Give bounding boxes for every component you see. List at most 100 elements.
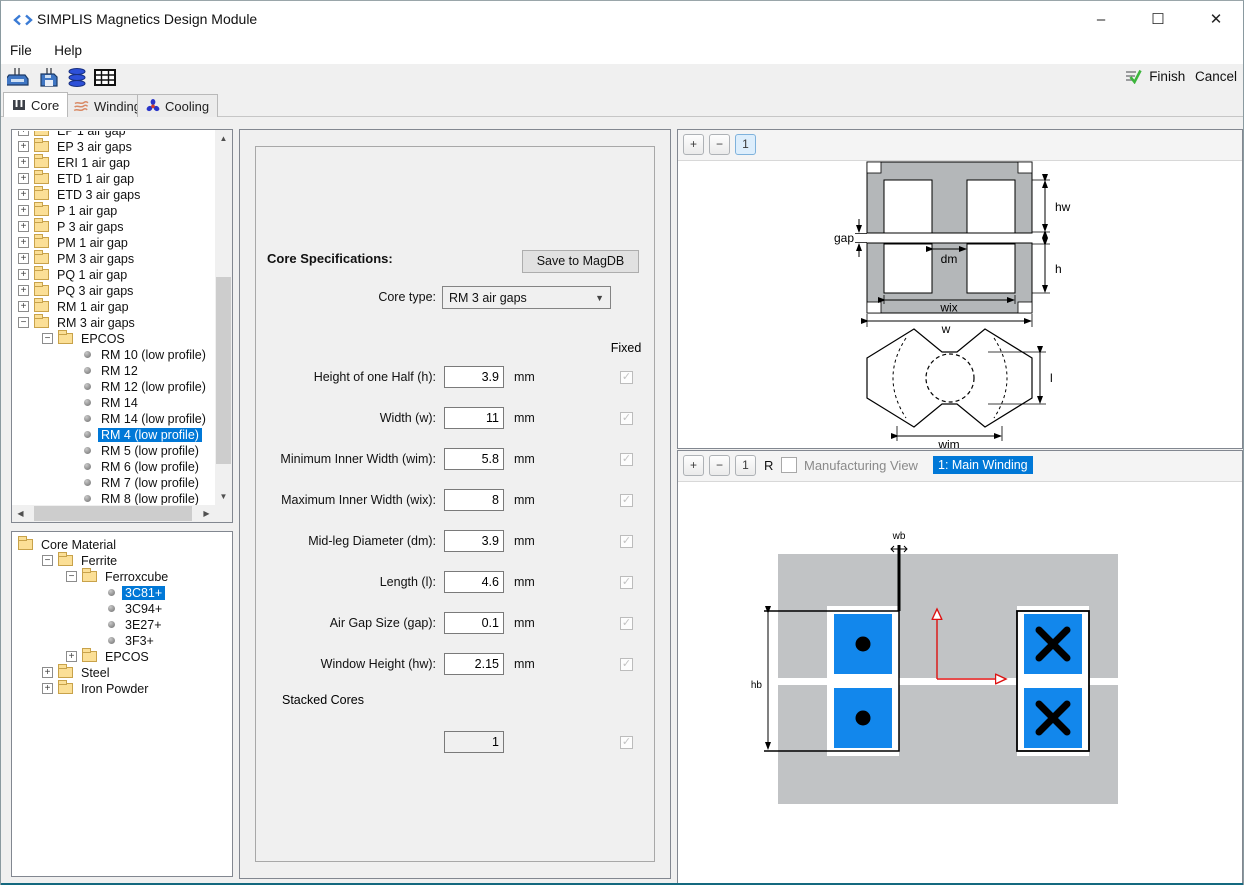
stacked-cores-input[interactable] xyxy=(444,731,504,753)
expand-icon[interactable]: + xyxy=(42,683,53,694)
tree-item[interactable]: RM 8 (low profile) xyxy=(14,490,215,505)
expand-icon[interactable]: + xyxy=(18,189,29,200)
tree-item[interactable]: − Ferrite xyxy=(14,552,230,568)
field-input[interactable] xyxy=(444,530,504,552)
winding-selector[interactable]: 1: Main Winding xyxy=(933,456,1033,474)
field-input[interactable] xyxy=(444,571,504,593)
tree-item-label[interactable]: RM 14 xyxy=(98,396,141,410)
fixed-checkbox[interactable]: ✓ xyxy=(620,371,633,384)
tree-item[interactable]: RM 5 (low profile) xyxy=(14,442,215,458)
tree-item[interactable]: +PQ 1 air gap xyxy=(14,266,215,282)
tree-item-label[interactable]: PQ 1 air gap xyxy=(54,268,130,282)
tree-item[interactable]: + Iron Powder xyxy=(14,680,230,696)
tree-item-label[interactable]: 3C94+ xyxy=(122,602,165,616)
tree-item[interactable]: 3C81+ xyxy=(14,584,230,600)
tree-item-label[interactable]: ETD 3 air gaps xyxy=(54,188,143,202)
tree-item[interactable]: RM 14 (low profile) xyxy=(14,410,215,426)
tree-item[interactable]: − Ferroxcube xyxy=(14,568,230,584)
tree-item-label[interactable]: EP 3 air gaps xyxy=(54,140,135,154)
scroll-left-arrow[interactable]: ◀ xyxy=(12,505,29,522)
tab-cooling[interactable]: Cooling xyxy=(137,94,218,117)
tree-item-label[interactable]: RM 5 (low profile) xyxy=(98,444,202,458)
menu-file[interactable]: File xyxy=(1,39,41,58)
tree-item-label[interactable]: Core Material xyxy=(38,538,119,552)
tree-item[interactable]: RM 10 (low profile) xyxy=(14,346,215,362)
scrollbar-thumb[interactable] xyxy=(216,277,231,464)
core-type-dropdown[interactable]: RM 3 air gaps ▼ xyxy=(442,286,611,309)
close-button[interactable]: ✕ xyxy=(1193,7,1239,33)
field-input[interactable] xyxy=(444,489,504,511)
tree-item-label[interactable]: RM 14 (low profile) xyxy=(98,412,209,426)
tree-item[interactable]: + EPCOS xyxy=(14,648,230,664)
collapse-icon[interactable]: − xyxy=(18,317,29,328)
tree-item[interactable]: − EPCOS xyxy=(14,330,215,346)
tree-item-label[interactable]: RM 6 (low profile) xyxy=(98,460,202,474)
horizontal-scrollbar[interactable]: ◀ ▶ xyxy=(12,505,232,522)
tree-item-label[interactable]: ETD 1 air gap xyxy=(54,172,137,186)
tree-item[interactable]: RM 6 (low profile) xyxy=(14,458,215,474)
expand-icon[interactable]: + xyxy=(42,667,53,678)
tree-item-label[interactable]: RM 12 xyxy=(98,364,141,378)
tree-item[interactable]: Core Material xyxy=(14,536,230,552)
print-core-icon[interactable] xyxy=(7,67,31,88)
collapse-icon[interactable]: − xyxy=(66,571,77,582)
tree-item-label[interactable]: EP 1 air gap xyxy=(54,131,129,138)
tree-item-label[interactable]: RM 4 (low profile) xyxy=(98,428,202,442)
database-icon[interactable] xyxy=(65,67,89,88)
expand-icon[interactable]: + xyxy=(18,131,29,136)
tree-item-label[interactable]: 3C81+ xyxy=(122,586,165,600)
expand-icon[interactable]: + xyxy=(18,285,29,296)
expand-icon[interactable]: + xyxy=(18,157,29,168)
tree-item[interactable]: +ERI 1 air gap xyxy=(14,154,215,170)
minimize-button[interactable]: – xyxy=(1078,7,1124,33)
save-icon[interactable] xyxy=(37,67,61,88)
scrollbar-thumb[interactable] xyxy=(34,506,192,521)
expand-icon[interactable]: + xyxy=(66,651,77,662)
title-bar[interactable]: SIMPLIS Magnetics Design Module – ☐ ✕ xyxy=(1,1,1243,39)
expand-icon[interactable]: + xyxy=(18,205,29,216)
tree-item[interactable]: +PM 1 air gap xyxy=(14,234,215,250)
field-input[interactable] xyxy=(444,612,504,634)
tree-item[interactable]: +RM 1 air gap xyxy=(14,298,215,314)
collapse-icon[interactable]: − xyxy=(42,555,53,566)
tree-item-label[interactable]: Ferroxcube xyxy=(102,570,171,584)
field-input[interactable] xyxy=(444,653,504,675)
tree-item-label[interactable]: RM 3 air gaps xyxy=(54,316,138,330)
fixed-checkbox[interactable]: ✓ xyxy=(620,412,633,425)
zoom-in-button[interactable]: + xyxy=(683,455,704,476)
tree-item-label[interactable]: 3F3+ xyxy=(122,634,157,648)
fixed-checkbox[interactable]: ✓ xyxy=(620,658,633,671)
maximize-button[interactable]: ☐ xyxy=(1135,7,1181,33)
vertical-scrollbar[interactable]: ▲ ▼ xyxy=(215,130,232,505)
tree-item-label[interactable]: EPCOS xyxy=(102,650,152,664)
tree-item-label[interactable]: Iron Powder xyxy=(78,682,151,696)
tree-item-label[interactable]: EPCOS xyxy=(78,332,128,346)
tree-item[interactable]: + ETD 3 air gaps xyxy=(14,186,215,202)
tree-item-label[interactable]: P 3 air gaps xyxy=(54,220,126,234)
zoom-out-button[interactable]: − xyxy=(709,134,730,155)
tree-item-label[interactable]: RM 10 (low profile) xyxy=(98,348,209,362)
scroll-up-arrow[interactable]: ▲ xyxy=(215,130,232,147)
tree-item-label[interactable]: Ferrite xyxy=(78,554,120,568)
cancel-button[interactable]: Cancel xyxy=(1195,69,1237,84)
field-input[interactable] xyxy=(444,407,504,429)
zoom-out-button[interactable]: − xyxy=(709,455,730,476)
tree-item[interactable]: + EP 1 air gap xyxy=(14,131,215,138)
scroll-right-arrow[interactable]: ▶ xyxy=(198,505,215,522)
tab-core[interactable]: Core xyxy=(3,92,68,117)
fixed-checkbox[interactable]: ✓ xyxy=(620,453,633,466)
tree-item-label[interactable]: PM 1 air gap xyxy=(54,236,131,250)
tree-item-label[interactable]: RM 1 air gap xyxy=(54,300,132,314)
tree-item[interactable]: RM 14 xyxy=(14,394,215,410)
save-to-magdb-button[interactable]: Save to MagDB xyxy=(522,250,639,273)
tree-item[interactable]: +P 1 air gap xyxy=(14,202,215,218)
collapse-icon[interactable]: − xyxy=(42,333,53,344)
tree-item-label[interactable]: PQ 3 air gaps xyxy=(54,284,136,298)
scroll-down-arrow[interactable]: ▼ xyxy=(215,488,232,505)
tree-item-label[interactable]: PM 3 air gaps xyxy=(54,252,137,266)
expand-icon[interactable]: + xyxy=(18,141,29,152)
expand-icon[interactable]: + xyxy=(18,173,29,184)
table-icon[interactable] xyxy=(93,67,117,88)
finish-button[interactable]: Finish xyxy=(1149,69,1185,84)
fixed-checkbox[interactable]: ✓ xyxy=(620,576,633,589)
